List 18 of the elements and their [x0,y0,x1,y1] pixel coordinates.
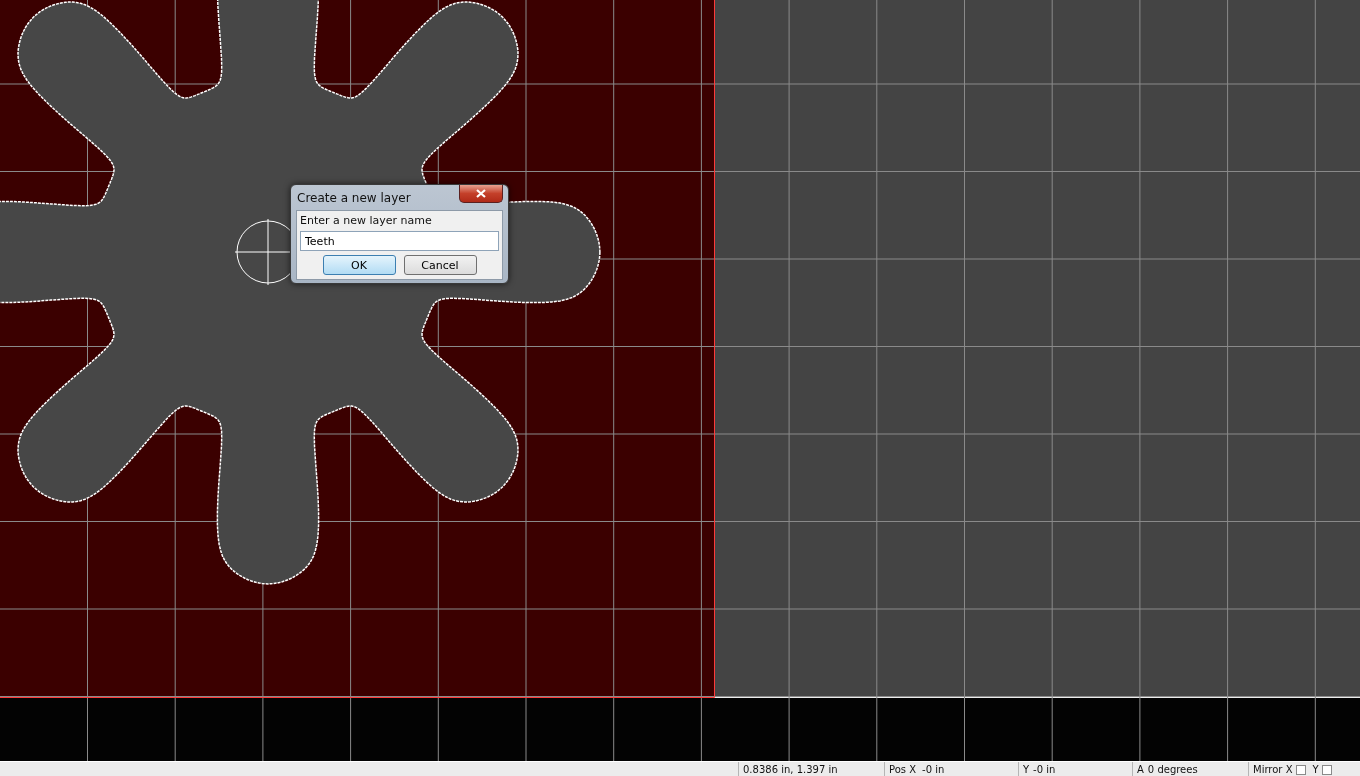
mirror-x-checkbox[interactable] [1295,764,1306,775]
pos-y-value: -0 in [1033,764,1056,775]
close-button[interactable] [459,185,503,203]
angle-label: A [1137,764,1144,775]
pos-y-label: Y [1023,764,1030,775]
prompt-label: Enter a new layer name [300,214,433,227]
layer-name-field[interactable]: Teeth [300,231,499,251]
cursor-coordinates: 0.8386 in, 1.397 in [743,764,838,775]
pos-x-label: Pos X [889,764,917,775]
angle-value: 0 degrees [1147,764,1198,775]
dialog-title: Create a new layer [296,190,411,205]
ok-button[interactable]: OK [322,255,396,275]
cancel-button[interactable]: Cancel [403,255,477,275]
mirror-x-label: Mirror X [1253,764,1293,775]
mirror-y-label: Y [1311,764,1319,775]
pos-x-value: -0 in [921,764,945,775]
close-icon [476,189,486,198]
mirror-y-checkbox[interactable] [1321,764,1332,775]
